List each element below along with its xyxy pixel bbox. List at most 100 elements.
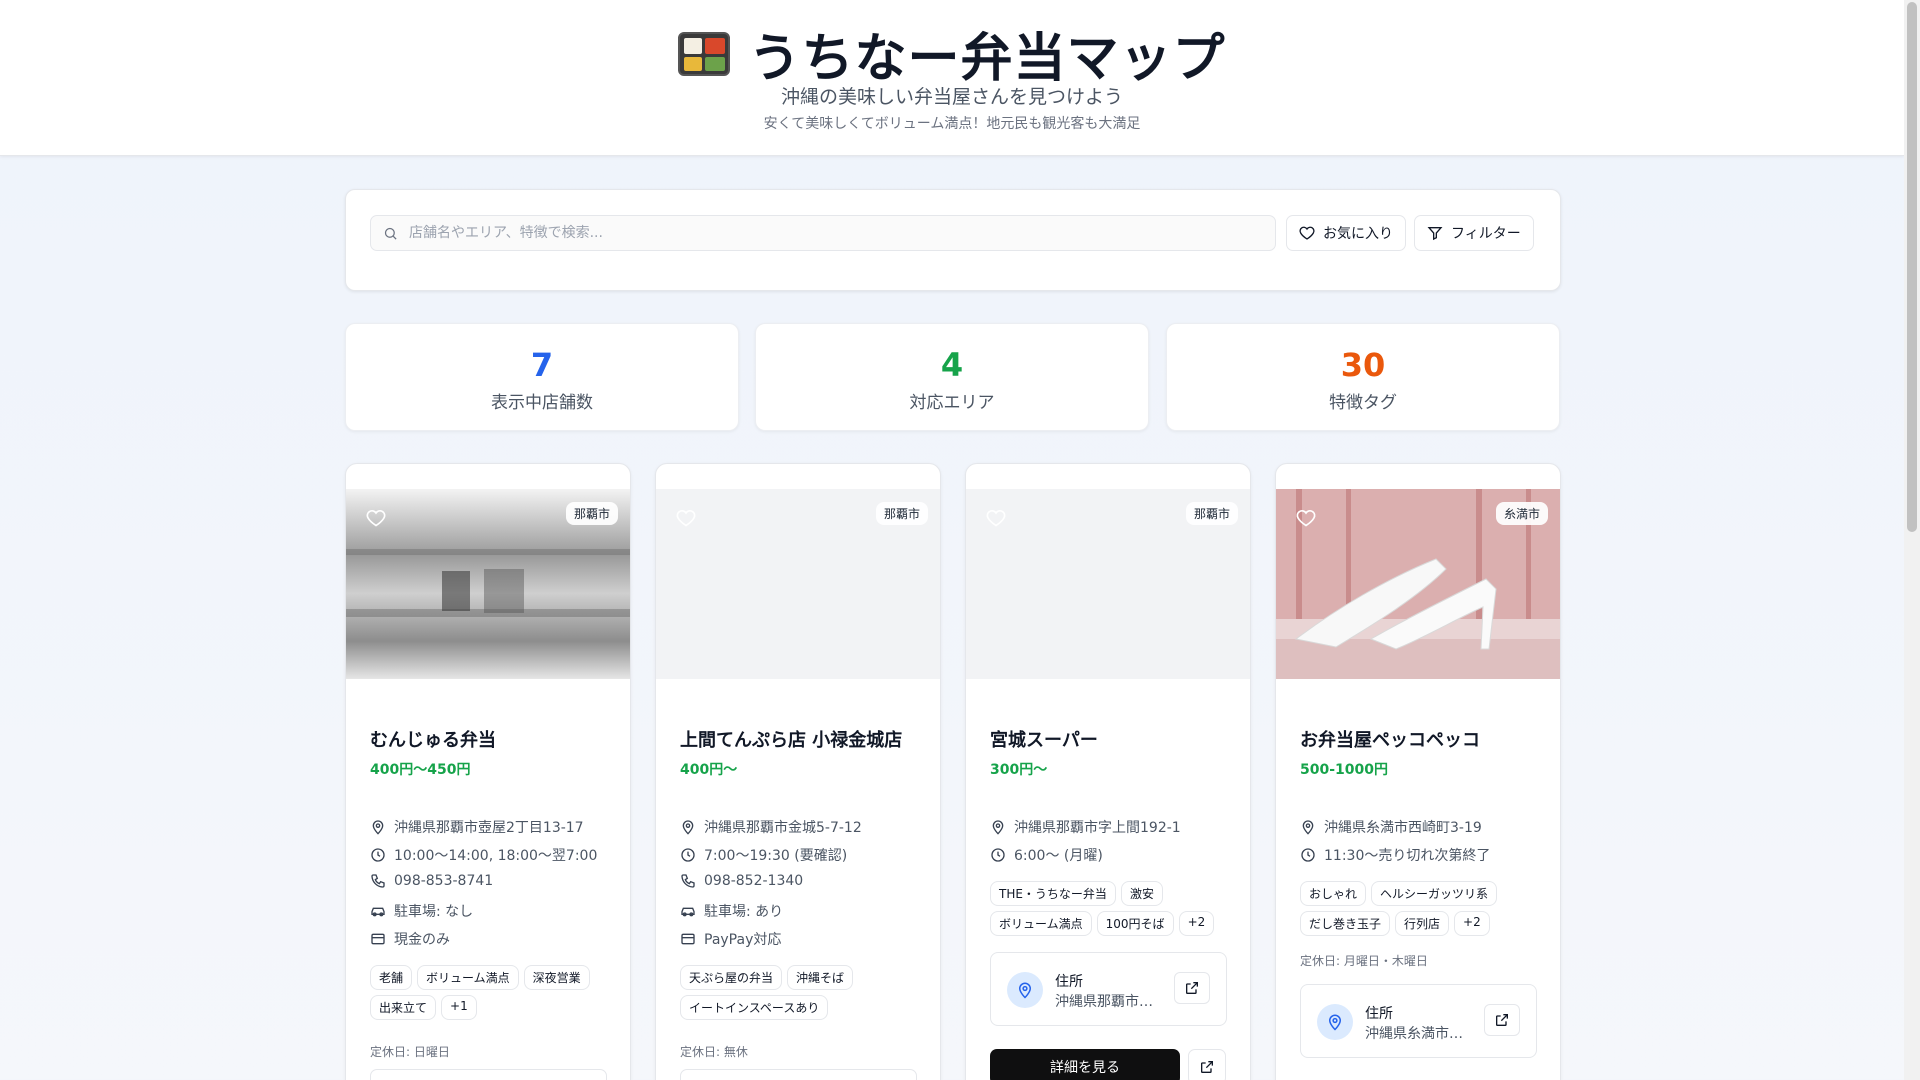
- address-text: 沖縄県那覇市壺屋2丁目13-17: [394, 820, 584, 836]
- search-input[interactable]: [409, 216, 1269, 250]
- address-box[interactable]: 住所 沖縄県糸満市西崎町3-19: [1300, 984, 1537, 1058]
- stat-value: 4: [940, 346, 964, 384]
- map-pin-icon: [1007, 972, 1043, 1008]
- open-map-button[interactable]: [1484, 1004, 1520, 1036]
- stat-tag-count: 30 特徴タグ: [1166, 323, 1560, 431]
- tag[interactable]: 激安: [1120, 881, 1163, 906]
- shop-card[interactable]: 那覇市 上間てんぷら店 小禄金城店 400円〜 沖縄県那覇市金城5-7-12 7…: [655, 463, 941, 1080]
- tag-list: 天ぷら屋の弁当 沖縄そば イートインスペースあり: [680, 965, 925, 1020]
- address-row: 沖縄県那覇市金城5-7-12: [680, 817, 862, 837]
- favorites-button[interactable]: お気に入り: [1286, 215, 1406, 251]
- tag[interactable]: 深夜営業: [523, 965, 590, 990]
- shop-card[interactable]: 那覇市 宮城スーパー 300円〜 沖縄県那覇市字上間192-1 6:00〜 (月…: [965, 463, 1251, 1080]
- favorite-heart-icon[interactable]: [676, 508, 696, 528]
- shop-price: 300円〜: [990, 762, 1048, 778]
- external-link-icon: [1186, 982, 1198, 994]
- hours-row: 7:00～19:30 (要確認): [680, 845, 847, 865]
- closed-day: 定休日: 日曜日: [370, 1045, 450, 1059]
- shop-price: 400円〜: [680, 762, 738, 778]
- page-tagline: 安くて美味しくてボリューム満点！地元民も観光客も大満足: [763, 116, 1141, 132]
- parking-text: 駐車場: あり: [704, 904, 784, 920]
- clock-icon: [991, 848, 1005, 862]
- address-box[interactable]: 住所 沖縄県那覇市字上間192-1: [990, 952, 1227, 1026]
- clock-icon: [371, 848, 385, 862]
- stat-value: 7: [530, 346, 554, 384]
- shop-price: 500-1000円: [1300, 762, 1388, 778]
- payment-row: 現金のみ: [370, 929, 450, 949]
- tag[interactable]: イートインスペースあり: [680, 995, 829, 1020]
- payment-text: 現金のみ: [394, 932, 450, 948]
- tag[interactable]: ヘルシーガッツリ系: [1371, 881, 1498, 906]
- parking-text: 駐車場: なし: [394, 904, 474, 920]
- tag[interactable]: ボリューム満点: [417, 965, 519, 990]
- hours-row: 11:30～売り切れ次第終了: [1300, 845, 1490, 865]
- tag-more[interactable]: +2: [1178, 911, 1215, 936]
- shop-card[interactable]: 那覇市 むんじゅる弁当 400円〜450円 沖縄県那覇市壺屋2丁目13-17 1…: [345, 463, 631, 1080]
- credit-card-icon: [371, 933, 385, 945]
- shop-card[interactable]: 糸満市 お弁当屋ペッコペッコ 500-1000円 沖縄県糸満市西崎町3-19 1…: [1275, 463, 1561, 1080]
- payment-text: PayPay対応: [704, 932, 782, 948]
- filter-label: フィルター: [1451, 226, 1521, 242]
- car-icon: [371, 907, 385, 917]
- external-link-icon: [1201, 1061, 1213, 1073]
- open-map-button[interactable]: [1174, 972, 1210, 1004]
- tag-more[interactable]: +2: [1454, 911, 1490, 936]
- tag[interactable]: 100円そば: [1096, 911, 1174, 936]
- map-pin-icon: [992, 820, 1004, 835]
- open-link-button[interactable]: [1188, 1049, 1226, 1080]
- filter-button[interactable]: フィルター: [1414, 215, 1534, 251]
- shop-name[interactable]: 宮城スーパー: [990, 726, 1098, 752]
- phone-row: 098-852-1340: [680, 873, 803, 889]
- address-box[interactable]: [680, 1069, 917, 1080]
- tag[interactable]: THE・うちなー弁当: [990, 881, 1116, 906]
- external-link-icon: [1496, 1014, 1508, 1026]
- scrollbar-thumb[interactable]: [1907, 2, 1917, 532]
- address-value: 沖縄県那覇市字上間192-1: [1055, 994, 1165, 1010]
- favorite-heart-icon[interactable]: [366, 508, 386, 528]
- shop-name[interactable]: 上間てんぷら店 小禄金城店: [680, 726, 902, 752]
- map-pin-icon: [372, 820, 384, 835]
- car-icon: [681, 907, 695, 917]
- phone-text[interactable]: 098-853-8741: [394, 873, 493, 889]
- tag[interactable]: 沖縄そば: [787, 965, 854, 990]
- tag-list: おしゃれ ヘルシーガッツリ系 だし巻き玉子 行列店 +2: [1300, 881, 1545, 936]
- tag[interactable]: おしゃれ: [1300, 881, 1367, 906]
- address-text: 沖縄県糸満市西崎町3-19: [1324, 820, 1482, 836]
- shop-name[interactable]: お弁当屋ペッコペッコ: [1300, 726, 1480, 752]
- address-row: 沖縄県那覇市壺屋2丁目13-17: [370, 817, 584, 837]
- address-box[interactable]: [370, 1069, 607, 1080]
- parking-row: 駐車場: あり: [680, 901, 783, 921]
- page-scrollbar[interactable]: [1904, 0, 1920, 1080]
- shop-name[interactable]: むんじゅる弁当: [370, 726, 496, 752]
- address-label: 住所: [1055, 974, 1083, 990]
- map-pin-icon: [1317, 1004, 1353, 1040]
- map-pin-icon: [682, 820, 694, 835]
- tag[interactable]: 天ぷら屋の弁当: [680, 965, 783, 990]
- page-subtitle: 沖縄の美味しい弁当屋さんを見つけよう: [780, 86, 1123, 108]
- address-label: 住所: [1365, 1006, 1393, 1022]
- tag[interactable]: 行列店: [1395, 911, 1450, 936]
- address-row: 沖縄県那覇市字上間192-1: [990, 817, 1181, 837]
- area-badge: 糸満市: [1495, 502, 1548, 525]
- phone-text[interactable]: 098-852-1340: [704, 873, 803, 889]
- hours-text: 6:00〜 (月曜): [1014, 848, 1103, 864]
- tag[interactable]: ボリューム満点: [990, 911, 1092, 936]
- stat-label: 対応エリア: [909, 393, 995, 413]
- favorite-heart-icon[interactable]: [1296, 508, 1316, 528]
- tag[interactable]: だし巻き玉子: [1300, 911, 1391, 936]
- view-details-button[interactable]: 詳細を見る: [990, 1049, 1180, 1080]
- address-row: 沖縄県糸満市西崎町3-19: [1300, 817, 1482, 837]
- stat-label: 特徴タグ: [1329, 393, 1397, 413]
- tag-more[interactable]: +1: [441, 995, 477, 1020]
- phone-icon: [371, 874, 385, 888]
- tag[interactable]: 出来立て: [370, 995, 437, 1020]
- favorite-heart-icon[interactable]: [986, 508, 1006, 528]
- search-box: [370, 215, 1276, 251]
- stat-label: 表示中店舗数: [491, 393, 593, 413]
- tag[interactable]: 老舗: [370, 965, 413, 990]
- address-text: 沖縄県那覇市金城5-7-12: [704, 820, 862, 836]
- search-icon: [384, 227, 397, 240]
- tag-list: 老舗 ボリューム満点 深夜営業 出来立て +1: [370, 965, 615, 1020]
- area-badge: 那覇市: [875, 502, 928, 525]
- credit-card-icon: [681, 933, 695, 945]
